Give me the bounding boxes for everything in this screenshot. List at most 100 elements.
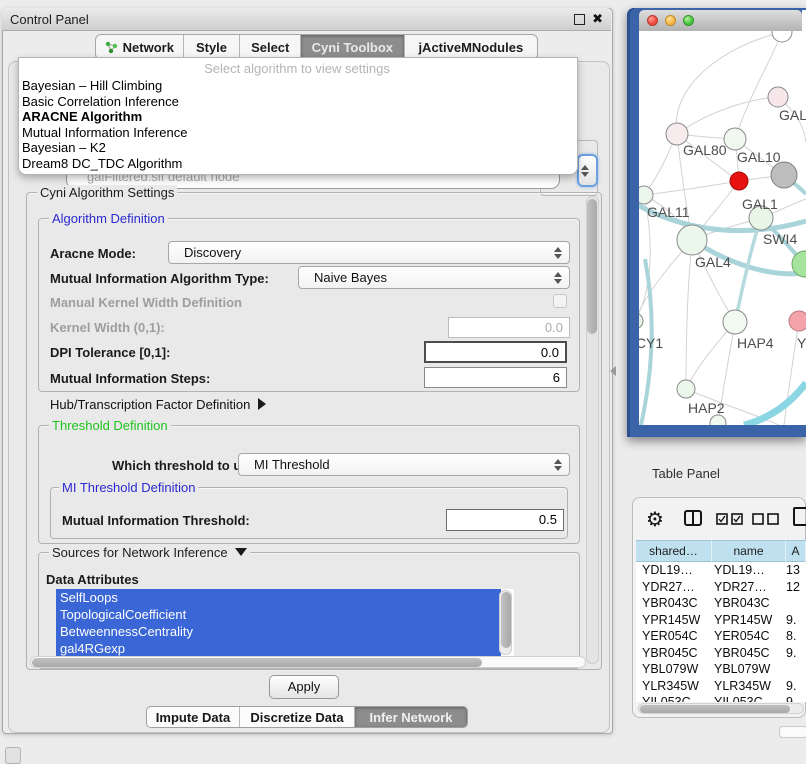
node-ypink[interactable] (789, 311, 806, 331)
node-bottom[interactable] (710, 415, 726, 425)
mi-steps-field[interactable]: 6 (424, 367, 567, 388)
node-hap4[interactable] (723, 310, 747, 334)
minimize-traffic-light-icon[interactable] (665, 15, 676, 26)
sources-group-title[interactable]: Sources for Network Inference (49, 545, 250, 560)
table-row[interactable]: YER054CYER054C8. (636, 628, 806, 645)
panel-collapse-handle[interactable] (610, 366, 616, 376)
tab-select[interactable]: Select (240, 35, 301, 59)
bottom-tabstrip: Impute Data Discretize Data Infer Networ… (146, 706, 468, 728)
network-icon (105, 41, 118, 54)
node-hap2[interactable] (677, 380, 695, 398)
table-panel-title: Table Panel (652, 466, 720, 481)
tab-label: Cyni Toolbox (312, 40, 393, 55)
which-threshold-combobox[interactable]: MI Threshold (238, 453, 570, 476)
network-window-titlebar[interactable] (639, 10, 802, 31)
export-table-icon[interactable] (793, 507, 806, 526)
columns-icon[interactable] (684, 510, 702, 526)
tab-label: Network (123, 40, 174, 55)
node-label: GAL10 (737, 149, 781, 165)
combo-stepper-icon (554, 272, 562, 284)
table-hscrollbar-thumb[interactable] (640, 705, 790, 713)
table-row[interactable]: YBR045CYBR045C9. (636, 645, 806, 662)
settings-group-title: Cyni Algorithm Settings (37, 185, 177, 200)
table-row[interactable]: YBR043CYBR043C (636, 595, 806, 612)
apply-button[interactable]: Apply (269, 675, 339, 699)
node-gal11[interactable] (639, 186, 653, 204)
node-label: GAL4 (695, 254, 731, 270)
attribute-item-selected[interactable]: SelfLoops (56, 589, 501, 606)
node-unnamed-top[interactable] (772, 31, 792, 42)
algorithm-option[interactable]: Bayesian – K2 (22, 140, 562, 156)
node-gal1[interactable] (730, 172, 748, 190)
tab-style[interactable]: Style (184, 35, 241, 59)
cell: YDR27… (636, 579, 710, 596)
algorithm-option[interactable]: Dream8 DC_TDC Algorithm (22, 156, 562, 172)
attribute-item-selected[interactable]: gal4RGexp (56, 640, 501, 656)
dpi-tolerance-label: DPI Tolerance [0,1]: (50, 345, 170, 360)
attribute-item-selected[interactable]: TopologicalCoefficient (56, 606, 501, 623)
tab-impute-data[interactable]: Impute Data (147, 707, 240, 727)
column-header-shared-name[interactable]: shared… (636, 540, 712, 562)
mi-threshold-field[interactable]: 0.5 (446, 509, 564, 531)
column-header-clipped[interactable]: A (786, 540, 806, 562)
tab-network[interactable]: Network (96, 35, 184, 59)
tab-infer-network[interactable]: Infer Network (355, 707, 467, 727)
cell: YER054C (636, 628, 710, 645)
mi-type-combobox[interactable]: Naive Bayes (298, 266, 570, 289)
table-row[interactable]: YBL079WYBL079W (636, 661, 806, 678)
close-traffic-light-icon[interactable] (647, 15, 658, 26)
select-all-columns-icon[interactable] (716, 513, 744, 525)
manual-kernel-checkbox[interactable] (553, 294, 567, 308)
cell: YBR043C (636, 595, 710, 612)
algorithm-option-highlighted[interactable]: ARACNE Algorithm (22, 109, 562, 125)
sources-title-text: Sources for Network Inference (52, 545, 228, 560)
data-attributes-label: Data Attributes (46, 572, 139, 587)
kernel-width-field[interactable]: 0.0 (448, 317, 570, 338)
bottom-right-panel-fragment (779, 726, 806, 738)
algorithm-option[interactable]: Basic Correlation Inference (22, 94, 562, 110)
table-row[interactable]: YLR345WYLR345W9. (636, 678, 806, 695)
tab-jactivemnodules[interactable]: jActiveMNodules (405, 35, 537, 59)
network-canvas[interactable]: GAL GAL80 GAL10 GAL1 GAL11 SWI4 GAL4 GCY… (639, 31, 806, 425)
node-gal4[interactable] (677, 225, 707, 255)
deselect-all-columns-icon[interactable] (752, 513, 780, 525)
control-panel-titlebar[interactable]: Control Panel ✖ (2, 8, 611, 31)
tab-discretize-data[interactable]: Discretize Data (240, 707, 355, 727)
table-row[interactable]: YDL19…YDL19…13 (636, 562, 806, 579)
table-body: YDL19…YDL19…13 YDR27…YDR27…12 YBR043CYBR… (636, 562, 806, 702)
node-label: GAL11 (647, 204, 690, 220)
node-label: SWI4 (763, 231, 797, 247)
cell (784, 595, 806, 612)
zoom-traffic-light-icon[interactable] (683, 15, 694, 26)
algorithm-option[interactable]: Bayesian – Hill Climbing (22, 78, 562, 94)
table-row[interactable]: YIL053CYIL053C9 (636, 694, 806, 702)
mi-type-label: Mutual Information Algorithm Type: (50, 271, 269, 286)
cell: YDL19… (636, 562, 710, 579)
background-combo-stepper[interactable] (577, 154, 598, 187)
node-label: GAL1 (742, 196, 778, 212)
cell: YBL079W (636, 661, 710, 678)
column-header-name[interactable]: name (712, 540, 786, 562)
float-window-icon[interactable] (574, 14, 585, 25)
cell: 13 (784, 562, 806, 579)
node-gcy1[interactable] (639, 313, 643, 329)
node-galx[interactable] (768, 87, 788, 107)
attribute-item-selected[interactable]: BetweennessCentrality (56, 623, 501, 640)
collapse-arrow-icon (235, 548, 247, 556)
gear-icon[interactable]: ⚙ (646, 507, 664, 532)
attributes-scrollbar-thumb[interactable] (501, 592, 511, 648)
settings-scrollbar-thumb[interactable] (587, 199, 597, 334)
tab-cyni-toolbox[interactable]: Cyni Toolbox (301, 35, 405, 59)
algorithm-option[interactable]: Mutual Information Inference (22, 125, 562, 141)
table-row[interactable]: YDR27…YDR27…12 (636, 579, 806, 596)
cell: YIL053C (636, 694, 710, 702)
table-row[interactable]: YPR145WYPR145W9. (636, 612, 806, 629)
settings-hscrollbar-thumb[interactable] (32, 658, 482, 667)
aracne-mode-combobox[interactable]: Discovery (168, 241, 570, 264)
close-icon[interactable]: ✖ (592, 14, 603, 24)
minimized-panel-icon[interactable] (5, 747, 21, 764)
node-gray[interactable] (771, 162, 797, 188)
dpi-tolerance-field[interactable]: 0.0 (424, 341, 567, 363)
node-gal10[interactable] (724, 128, 746, 150)
hub-definition-expander[interactable]: Hub/Transcription Factor Definition (50, 397, 266, 412)
